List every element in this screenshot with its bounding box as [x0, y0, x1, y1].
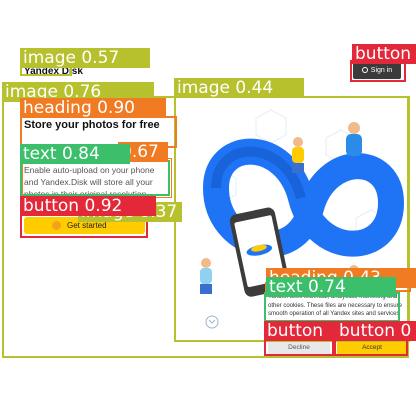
- detection-label: button 0: [336, 321, 416, 341]
- detection-label: image 0.57: [20, 48, 150, 68]
- detection-label: text 0.74: [266, 277, 396, 297]
- detection-label: heading 0.90: [20, 98, 166, 118]
- detection-label: text 0.84: [20, 144, 130, 164]
- detection-label: button 0.: [352, 44, 416, 64]
- detection-label: button 0.92: [20, 196, 156, 216]
- detection-label: button: [264, 321, 344, 341]
- detection-box-hero-text-2: [22, 158, 172, 198]
- detection-label: image 0.44: [174, 78, 304, 98]
